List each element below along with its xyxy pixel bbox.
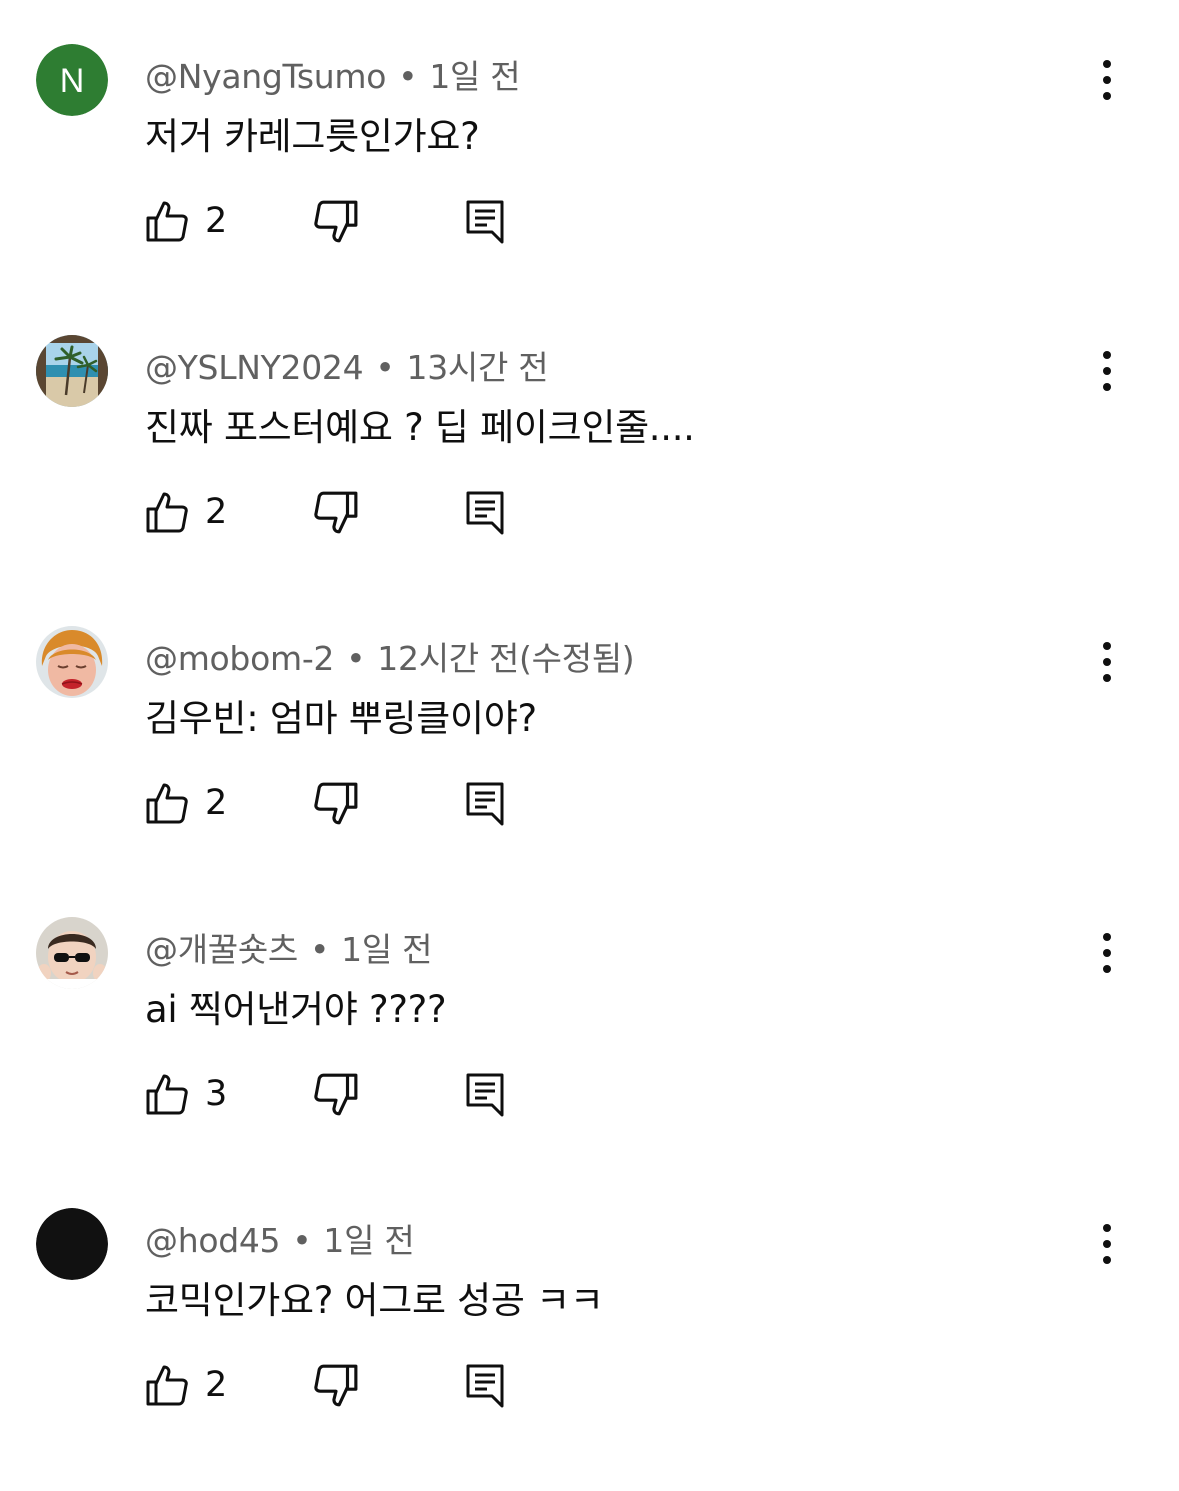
avatar[interactable] xyxy=(36,1208,108,1280)
thumbs-up-icon xyxy=(146,1074,188,1115)
dislike-button[interactable] xyxy=(313,1072,359,1118)
thumbs-down-icon xyxy=(314,1073,358,1116)
comment-meta: @YSLNY2024 • 13시간 전 xyxy=(145,341,549,389)
reply-button[interactable] xyxy=(465,1363,509,1409)
like-button[interactable]: 2 xyxy=(145,778,235,828)
comment-meta: @hod45 • 1일 전 xyxy=(145,1214,415,1262)
comment-time: 1일 전 xyxy=(323,1221,415,1260)
avatar[interactable] xyxy=(36,335,108,407)
reply-button[interactable] xyxy=(465,781,509,827)
separator-dot: • xyxy=(309,930,330,969)
thumbs-down-icon xyxy=(314,491,358,534)
more-vertical-icon[interactable] xyxy=(1090,349,1124,393)
dislike-button[interactable] xyxy=(313,781,359,827)
comment-text: 김우빈: 엄마 뿌링클이야? xyxy=(145,697,537,740)
separator-dot: • xyxy=(375,348,395,387)
reply-icon xyxy=(466,1364,504,1408)
comment-time: 1일 전 xyxy=(341,930,433,969)
thumbs-down-icon xyxy=(314,200,358,243)
dislike-button[interactable] xyxy=(313,199,359,245)
thumbs-up-icon xyxy=(146,201,188,242)
avatar[interactable]: N xyxy=(36,44,108,116)
comment-text: ai 찍어낸거야 ???? xyxy=(145,988,447,1031)
comment: @개꿀숏츠 • 1일 전 ai 찍어낸거야 ???? 3 xyxy=(0,909,1179,1200)
like-button[interactable]: 3 xyxy=(145,1069,235,1119)
thumbs-up-icon xyxy=(146,1365,188,1406)
reply-button[interactable] xyxy=(465,490,509,536)
comment-text: 진짜 포스터예요 ? 딥 페이크인줄.... xyxy=(145,406,695,449)
author-name[interactable]: @개꿀숏츠 xyxy=(145,930,298,969)
reply-icon xyxy=(466,1073,504,1117)
comment-time: 1일 전 xyxy=(429,57,521,96)
like-count: 3 xyxy=(205,1074,228,1114)
more-vertical-icon[interactable] xyxy=(1090,58,1124,102)
like-button[interactable]: 2 xyxy=(145,1360,235,1410)
comment: @YSLNY2024 • 13시간 전 진짜 포스터예요 ? 딥 페이크인줄....… xyxy=(0,327,1179,618)
author-name[interactable]: @hod45 xyxy=(145,1221,281,1260)
comment-meta: @NyangTsumo • 1일 전 xyxy=(145,50,521,98)
comment-time: 12시간 전(수정됨) xyxy=(377,639,635,678)
reply-icon xyxy=(466,782,504,826)
like-count: 2 xyxy=(205,1365,228,1405)
author-name[interactable]: @YSLNY2024 xyxy=(145,348,364,387)
like-button[interactable]: 2 xyxy=(145,487,235,537)
dislike-button[interactable] xyxy=(313,1363,359,1409)
like-count: 2 xyxy=(205,492,228,532)
comment-text: 코믹인가요? 어그로 성공 ㅋㅋ xyxy=(145,1279,604,1322)
thumbs-down-icon xyxy=(314,782,358,825)
more-vertical-icon[interactable] xyxy=(1090,1222,1124,1266)
author-name[interactable]: @mobom-2 xyxy=(145,639,334,678)
comment: @mobom-2 • 12시간 전(수정됨) 김우빈: 엄마 뿌링클이야? 2 xyxy=(0,618,1179,909)
separator-dot: • xyxy=(292,1221,312,1260)
like-count: 2 xyxy=(205,783,228,823)
thumbs-down-icon xyxy=(314,1364,358,1407)
separator-dot: • xyxy=(346,639,366,678)
author-name[interactable]: @NyangTsumo xyxy=(145,57,386,96)
comment-meta: @mobom-2 • 12시간 전(수정됨) xyxy=(145,632,635,680)
reply-icon xyxy=(466,491,504,535)
like-button[interactable]: 2 xyxy=(145,196,235,246)
comment-time: 13시간 전 xyxy=(406,348,549,387)
comment: @hod45 • 1일 전 코믹인가요? 어그로 성공 ㅋㅋ 2 xyxy=(0,1200,1179,1491)
separator-dot: • xyxy=(398,57,418,96)
dislike-button[interactable] xyxy=(313,490,359,536)
like-count: 2 xyxy=(205,201,228,241)
avatar[interactable] xyxy=(36,917,108,989)
comment: N @NyangTsumo • 1일 전 저거 카레그릇인가요? 2 xyxy=(0,36,1179,327)
more-vertical-icon[interactable] xyxy=(1090,931,1124,975)
more-vertical-icon[interactable] xyxy=(1090,640,1124,684)
thumbs-up-icon xyxy=(146,492,188,533)
avatar[interactable] xyxy=(36,626,108,698)
comment-text: 저거 카레그릇인가요? xyxy=(145,115,480,158)
thumbs-up-icon xyxy=(146,783,188,824)
reply-icon xyxy=(466,200,504,244)
reply-button[interactable] xyxy=(465,199,509,245)
reply-button[interactable] xyxy=(465,1072,509,1118)
comment-meta: @개꿀숏츠 • 1일 전 xyxy=(145,923,432,971)
avatar-initial: N xyxy=(60,62,85,100)
